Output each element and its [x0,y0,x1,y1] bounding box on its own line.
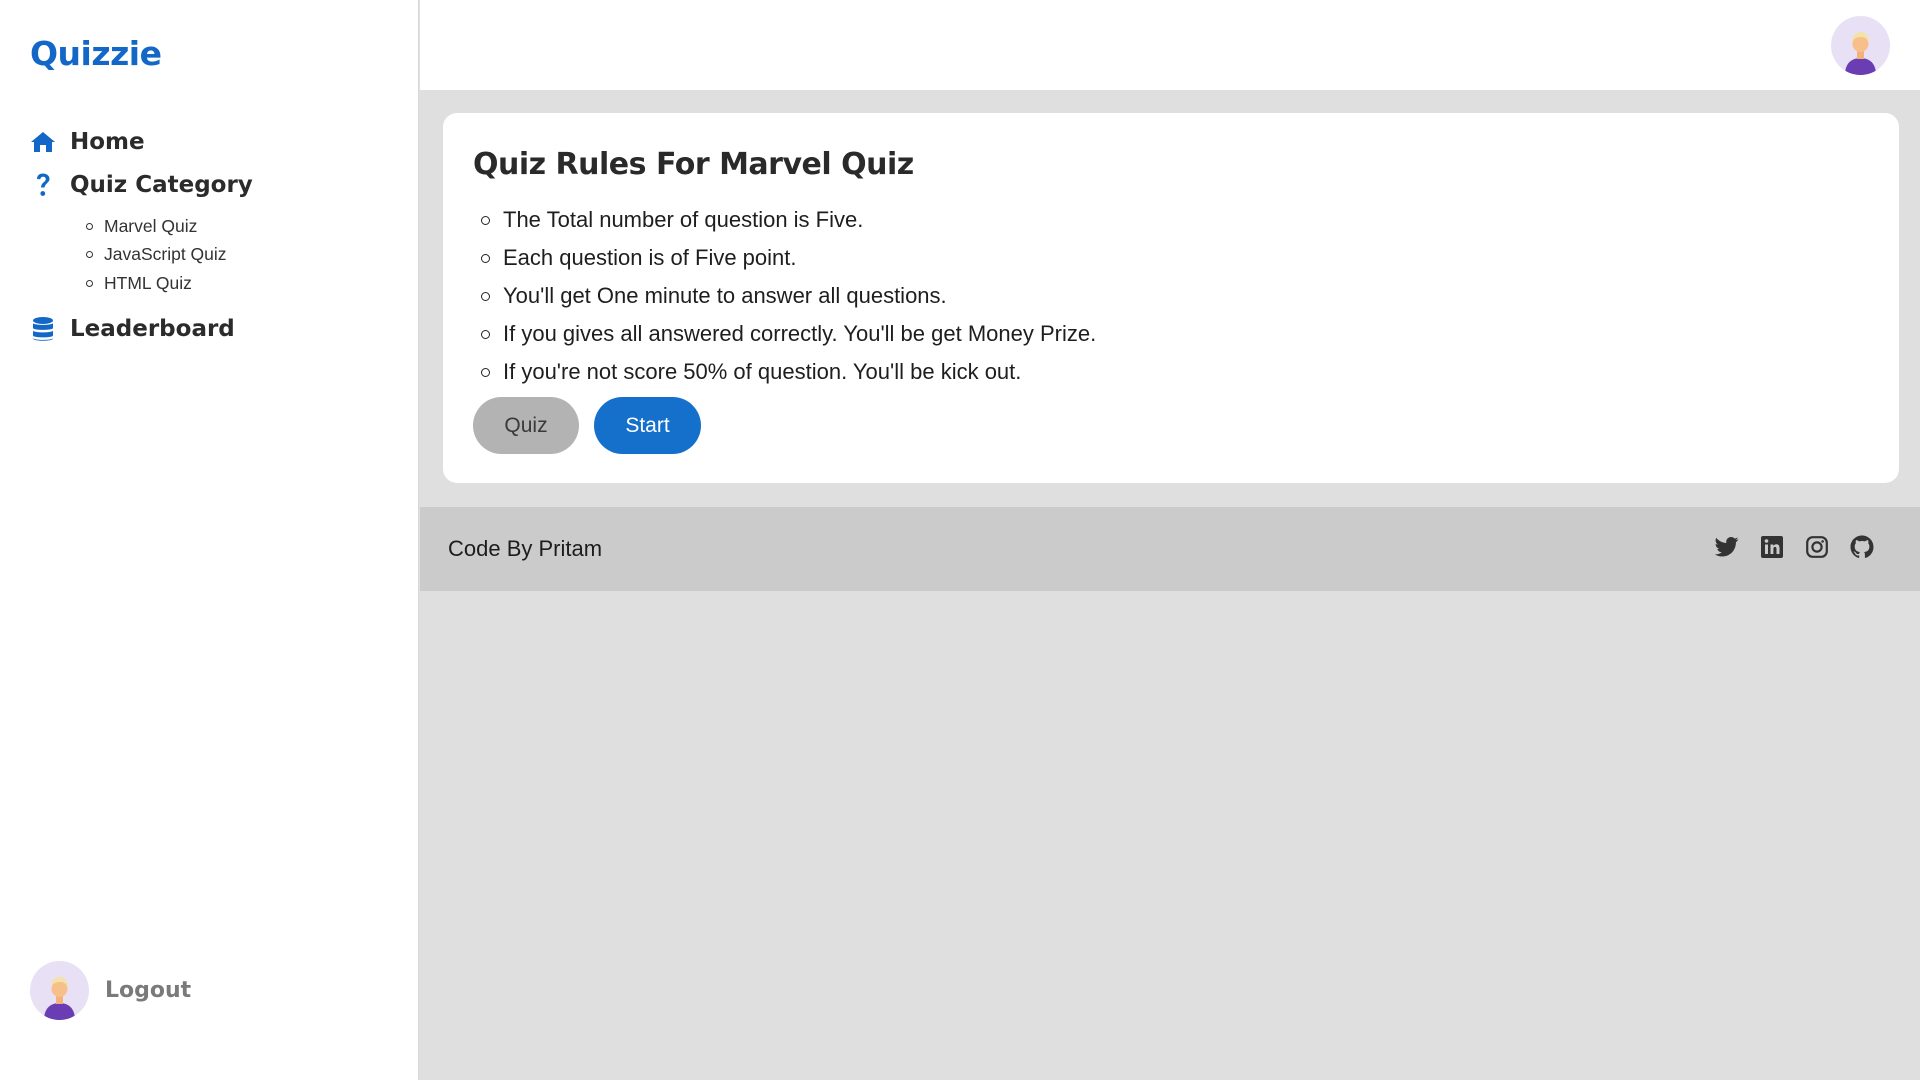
category-item-javascript[interactable]: JavaScript Quiz [86,241,400,270]
rule-item: You'll get One minute to answer all ques… [481,277,1096,315]
brand-logo[interactable]: Quizzie [30,34,162,73]
sidebar-item-home[interactable]: Home [30,120,400,163]
sidebar-item-label: Leaderboard [70,316,235,342]
quiz-rules-card: Quiz Rules For Marvel Quiz The Total num… [443,113,1899,483]
category-label: Marvel Quiz [104,215,198,236]
action-buttons: Quiz Start [473,397,701,454]
bullet-icon [481,367,490,377]
top-bar [420,0,1920,90]
logout-button[interactable]: Logout [30,961,191,1020]
home-icon [30,129,56,155]
page-title: Quiz Rules For Marvel Quiz [473,147,914,182]
footer: Code By Pritam [420,507,1920,591]
rule-item: Each question is of Five point. [481,239,1096,277]
bullet-icon [86,222,93,230]
rule-item: If you gives all answered correctly. You… [481,315,1096,353]
rule-text: If you're not score 50% of question. You… [503,359,1022,384]
bullet-icon [86,251,93,259]
bullet-icon [481,291,490,301]
category-label: HTML Quiz [104,272,192,293]
rule-text: The Total number of question is Five. [503,207,864,232]
twitter-icon[interactable] [1715,535,1739,559]
linkedin-icon[interactable] [1760,535,1784,559]
bullet-icon [481,215,490,225]
quiz-button[interactable]: Quiz [473,397,579,454]
rule-text: If you gives all answered correctly. You… [503,321,1097,346]
database-icon [30,316,56,342]
category-label: JavaScript Quiz [104,244,227,265]
logout-label: Logout [105,978,192,1003]
rule-item: If you're not score 50% of question. You… [481,353,1096,391]
github-icon[interactable] [1850,535,1874,559]
question-icon [30,172,56,198]
category-item-html[interactable]: HTML Quiz [86,269,400,298]
instagram-icon[interactable] [1805,535,1829,559]
sidebar: Quizzie Home Quiz Category Marvel Quiz J… [0,0,419,1080]
bullet-icon [481,253,490,263]
user-avatar[interactable] [1831,16,1890,75]
social-links [1715,535,1874,559]
rule-text: Each question is of Five point. [503,245,797,270]
sidebar-item-label: Quiz Category [70,171,253,198]
sidebar-item-label: Home [70,128,145,155]
footer-credit: Code By Pritam [448,536,603,561]
quiz-category-list: Marvel Quiz JavaScript Quiz HTML Quiz [86,212,400,298]
rule-item: The Total number of question is Five. [481,201,1096,239]
rules-list: The Total number of question is Five. Ea… [481,201,1096,391]
bullet-icon [481,329,490,339]
sidebar-item-quiz-category[interactable]: Quiz Category [30,163,400,206]
user-avatar [30,961,89,1020]
sidebar-nav: Home Quiz Category Marvel Quiz JavaScrip… [30,120,400,351]
start-button[interactable]: Start [594,397,701,454]
sidebar-item-leaderboard[interactable]: Leaderboard [30,308,400,351]
rule-text: You'll get One minute to answer all ques… [503,283,947,308]
bullet-icon [86,279,93,287]
category-item-marvel[interactable]: Marvel Quiz [86,212,400,241]
